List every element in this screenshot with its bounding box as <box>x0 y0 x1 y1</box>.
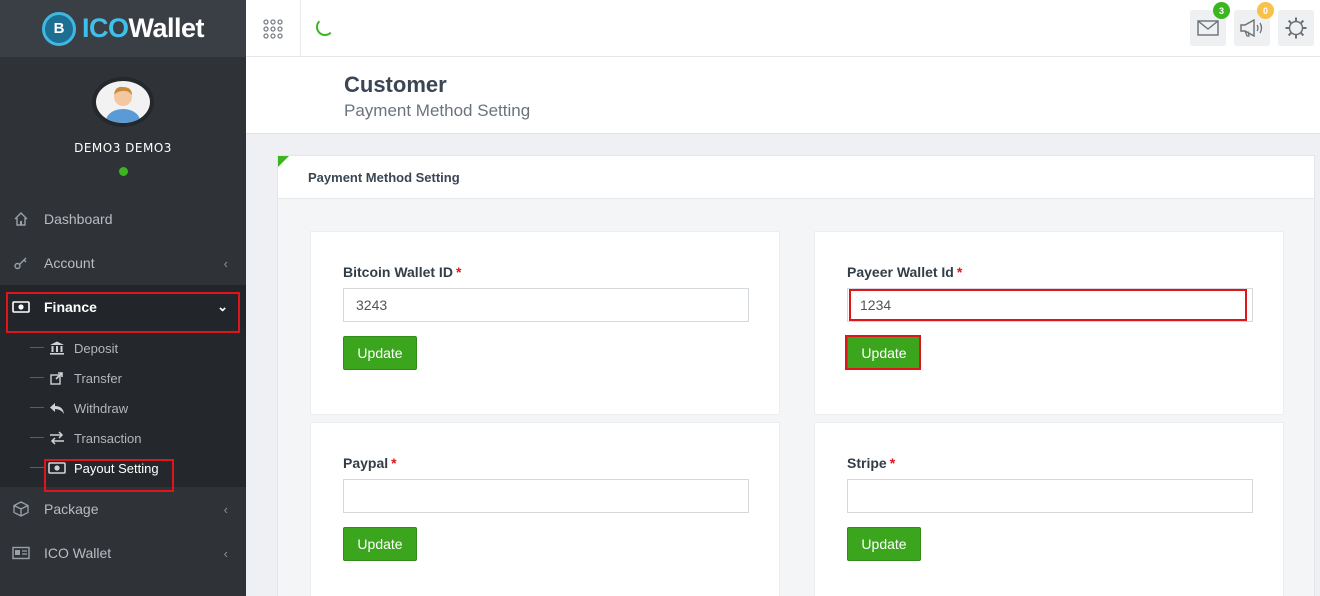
sidebar-item-package[interactable]: Package ‹ <box>0 487 246 531</box>
id-card-icon <box>10 546 32 560</box>
stripe-input[interactable] <box>847 479 1253 513</box>
gear-icon <box>1285 17 1307 39</box>
bitcoin-wallet-label-text: Bitcoin Wallet ID <box>343 264 453 280</box>
page-subtitle: Payment Method Setting <box>344 101 531 120</box>
submenu-item-deposit[interactable]: Deposit <box>0 333 246 363</box>
required-asterisk: * <box>956 264 963 280</box>
share-icon <box>48 371 66 385</box>
required-asterisk: * <box>455 264 462 280</box>
sidebar-item-finance[interactable]: Finance ⌄ <box>0 285 246 329</box>
profile: DEMO3 DEMO3 <box>0 57 246 197</box>
bitcoin-panel: Bitcoin Wallet ID * 3243 Update <box>310 231 780 415</box>
sidebar-item-label: Package <box>44 501 99 517</box>
payeer-wallet-input[interactable]: 1234 <box>847 288 1253 322</box>
chevron-left-icon: ‹ <box>223 501 228 517</box>
sidebar: B ICOWallet DEMO3 DEMO3 Dashboard Accoun… <box>0 0 246 596</box>
bitcoin-wallet-label: Bitcoin Wallet ID * <box>343 264 461 280</box>
paypal-label: Paypal * <box>343 455 397 471</box>
mail-button[interactable]: 3 <box>1190 2 1230 46</box>
payment-method-card: Payment Method Setting Bitcoin Wallet ID… <box>277 155 1315 596</box>
logo[interactable]: B ICOWallet <box>0 0 246 57</box>
chevron-down-icon: ⌄ <box>217 299 228 314</box>
submenu-item-label: Deposit <box>74 340 119 356</box>
logo-text: ICOWallet <box>81 13 205 44</box>
chevron-left-icon: ‹ <box>223 255 228 271</box>
megaphone-icon <box>1240 19 1263 37</box>
sidebar-item-label: Account <box>44 255 95 271</box>
finance-submenu: Deposit Transfer Withdraw Transaction Pa… <box>0 329 246 487</box>
submenu-item-payout-setting[interactable]: Payout Setting <box>0 453 246 483</box>
payeer-wallet-label: Payeer Wallet Id * <box>847 264 962 280</box>
stripe-update-button[interactable]: Update <box>847 527 921 561</box>
announcement-count-badge: 0 <box>1257 2 1274 19</box>
online-status-indicator <box>118 167 128 176</box>
home-icon <box>10 211 32 227</box>
paypal-input[interactable] <box>343 479 749 513</box>
sidebar-item-label: ICO Wallet <box>44 545 112 561</box>
paypal-panel: Paypal * Update <box>310 422 780 596</box>
required-asterisk: * <box>889 455 896 471</box>
card-body: Bitcoin Wallet ID * 3243 Update Payeer Wa… <box>278 199 1314 596</box>
page-header: Customer Payment Method Setting <box>246 57 1320 134</box>
submenu-item-label: Transfer <box>74 370 122 386</box>
submenu-item-label: Withdraw <box>74 400 129 416</box>
bitcoin-wallet-input[interactable]: 3243 <box>343 288 749 322</box>
money-icon <box>48 461 66 475</box>
reply-icon <box>48 401 66 415</box>
sidebar-item-account[interactable]: Account ‹ <box>0 241 246 285</box>
bank-icon <box>48 341 66 355</box>
submenu-item-transfer[interactable]: Transfer <box>0 363 246 393</box>
cube-icon <box>10 501 32 517</box>
logo-coin-icon: B <box>41 11 76 46</box>
submenu-item-withdraw[interactable]: Withdraw <box>0 393 246 423</box>
sidebar-item-dashboard[interactable]: Dashboard <box>0 197 246 241</box>
payeer-wallet-label-text: Payeer Wallet Id <box>847 264 954 280</box>
page-title: Customer <box>344 72 447 97</box>
exchange-icon <box>48 431 66 445</box>
loading-spinner-icon <box>316 18 334 36</box>
submenu-item-transaction[interactable]: Transaction <box>0 423 246 453</box>
sidebar-menu: Dashboard Account ‹ Finance ⌄ Deposit Tr… <box>0 197 246 575</box>
card-corner-accent <box>278 156 289 167</box>
topbar: 3 0 <box>246 0 1320 57</box>
sidebar-item-label: Finance <box>44 299 97 315</box>
money-icon <box>10 300 32 314</box>
paypal-label-text: Paypal <box>343 455 389 471</box>
stripe-label-text: Stripe <box>847 455 887 471</box>
submenu-item-label: Payout Setting <box>74 460 159 476</box>
sidebar-item-ico-wallet[interactable]: ICO Wallet ‹ <box>0 531 246 575</box>
stripe-panel: Stripe * Update <box>814 422 1284 596</box>
settings-button[interactable] <box>1278 10 1314 46</box>
announcement-button[interactable]: 0 <box>1234 2 1274 46</box>
profile-name: DEMO3 DEMO3 <box>74 141 172 155</box>
chevron-left-icon: ‹ <box>223 545 228 561</box>
topbar-icons: 3 0 <box>1190 2 1314 46</box>
sidebar-item-label: Dashboard <box>44 211 113 227</box>
payeer-panel: Payeer Wallet Id * 1234 Update <box>814 231 1284 415</box>
paypal-update-button[interactable]: Update <box>343 527 417 561</box>
apps-grid-button[interactable] <box>246 0 301 57</box>
bitcoin-update-button[interactable]: Update <box>343 336 417 370</box>
required-asterisk: * <box>391 455 397 471</box>
key-icon <box>10 255 32 271</box>
logo-text-wallet: Wallet <box>128 13 205 43</box>
stripe-label: Stripe * <box>847 455 895 471</box>
mail-count-badge: 3 <box>1213 2 1230 19</box>
payeer-update-button[interactable]: Update <box>847 336 921 370</box>
mail-icon <box>1197 20 1219 36</box>
apps-grid-icon <box>263 18 283 39</box>
logo-text-ico: ICO <box>81 13 129 43</box>
card-title: Payment Method Setting <box>278 156 1314 199</box>
avatar[interactable] <box>92 77 154 127</box>
submenu-item-label: Transaction <box>74 430 142 446</box>
